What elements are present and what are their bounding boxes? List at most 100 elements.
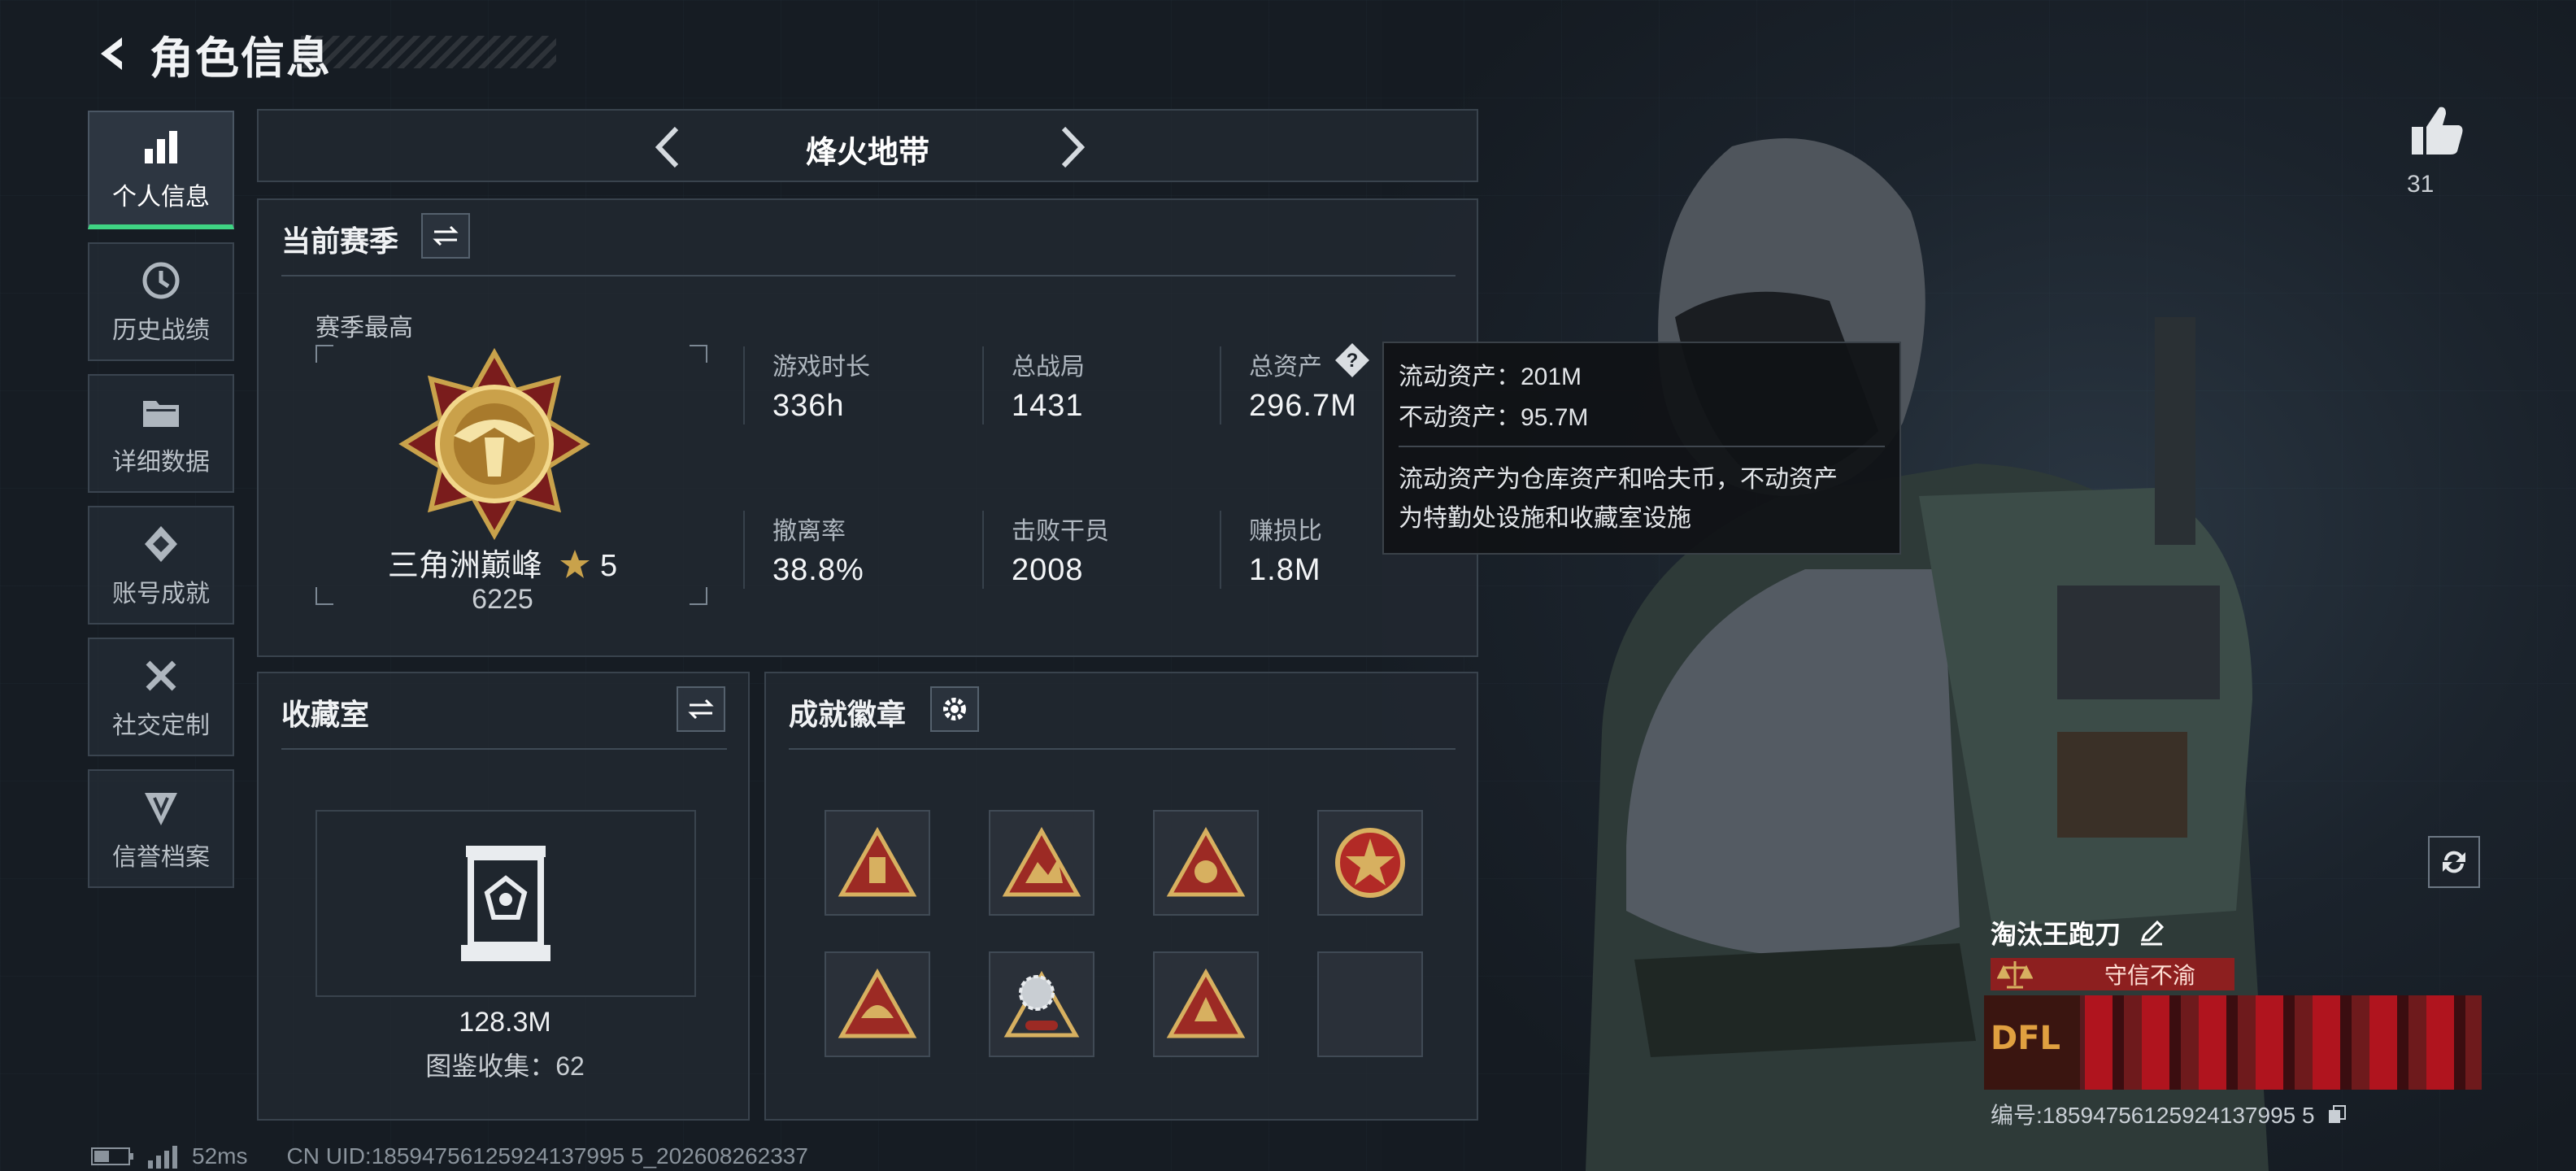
- achievement-diamond-icon: [145, 526, 177, 562]
- triangle-badge-icon: [838, 968, 917, 1038]
- shield-credit-icon: [145, 793, 177, 825]
- banner-art: [2085, 995, 2482, 1090]
- scale-icon: [1997, 961, 2033, 989]
- season-title: 当前赛季: [281, 224, 399, 258]
- swap-icon: [433, 225, 459, 246]
- round-star-badge-icon: [1335, 828, 1405, 898]
- page-title: 角色信息: [150, 33, 332, 83]
- history-clock-icon: [142, 262, 180, 299]
- sidebar-item-achievements[interactable]: 账号成就: [88, 506, 234, 625]
- rotate-view-button[interactable]: [2428, 836, 2480, 888]
- stat-value-kills: 2008: [1012, 553, 1084, 587]
- swap-icon: [688, 699, 714, 720]
- back-button[interactable]: [88, 29, 137, 78]
- frame-corner: [690, 345, 707, 363]
- stat-divider: [982, 346, 984, 424]
- next-mode-button[interactable]: [1042, 119, 1099, 176]
- nickname-text: 淘汰王跑刀: [1991, 920, 2121, 949]
- achievement-badge[interactable]: [1153, 951, 1259, 1057]
- uid-text: 编号:18594756125924137995 5: [1991, 1103, 2315, 1128]
- banner-logo: DFL: [1984, 995, 2080, 1090]
- sidebar-item-personal-info[interactable]: 个人信息: [88, 111, 234, 229]
- achievement-badge[interactable]: [825, 810, 930, 916]
- banner-logo-text: DFL: [1991, 1020, 2061, 1057]
- sidebar-item-label: 详细数据: [112, 449, 210, 476]
- display-case-icon: [461, 846, 550, 961]
- header: 角色信息: [88, 23, 332, 85]
- sidebar-item-label: 个人信息: [112, 184, 210, 211]
- gear-icon: [943, 698, 966, 720]
- stat-divider: [1220, 511, 1221, 589]
- stat-value-playtime: 336h: [772, 389, 845, 423]
- footer-uid-text: CN UID:18594756125924137995 5_2026082623…: [286, 1143, 808, 1169]
- sidebar-item-label: 历史战绩: [112, 317, 210, 344]
- triangle-badge-icon: [1002, 826, 1081, 897]
- rank-name: 三角洲巅峰: [387, 549, 542, 583]
- achievement-panel: 成就徽章: [764, 672, 1478, 1121]
- rank-emblem-icon: [398, 347, 590, 541]
- stat-label-extract-rate: 撤离率: [772, 518, 846, 545]
- stat-value-extract-rate: 38.8%: [772, 553, 864, 587]
- motto-bar: 守信不渝: [1991, 958, 2234, 990]
- help-button[interactable]: ?: [1334, 342, 1371, 379]
- thumbs-up-icon: [2412, 107, 2463, 155]
- stat-value-assets: 296.7M: [1249, 389, 1357, 423]
- mode-selector: 烽火地带: [257, 109, 1478, 182]
- sidebar: 个人信息 历史战绩 详细数据 账号成就 社交定制 信誉档案: [88, 111, 237, 901]
- gear-triangle-badge-icon: [1003, 970, 1080, 1038]
- rank-row: 三角洲巅峰 5: [307, 540, 698, 585]
- season-switch-button[interactable]: [421, 213, 470, 259]
- copy-icon[interactable]: [2326, 1104, 2348, 1126]
- stat-label-assets: 总资产: [1249, 354, 1322, 381]
- season-title-underline: [281, 275, 1456, 276]
- stat-label-matches: 总战局: [1012, 354, 1085, 381]
- stat-divider: [1220, 346, 1221, 424]
- stat-label-profit-ratio: 赚损比: [1249, 518, 1322, 545]
- motto-text: 守信不渝: [2104, 963, 2196, 988]
- achievement-settings-button[interactable]: [930, 686, 979, 732]
- stat-value-matches: 1431: [1012, 389, 1084, 423]
- triangle-badge-icon: [1166, 968, 1246, 1038]
- collection-switch-button[interactable]: [677, 686, 725, 732]
- stat-value-profit-ratio: 1.8M: [1249, 553, 1321, 587]
- stat-label-playtime: 游戏时长: [772, 354, 870, 381]
- season-best-label: 赛季最高: [315, 315, 413, 342]
- achievement-title-underline: [789, 748, 1456, 750]
- stat-divider: [743, 346, 745, 424]
- battery-icon: [91, 1147, 133, 1165]
- like-button[interactable]: [2407, 102, 2465, 159]
- sidebar-item-label: 账号成就: [112, 581, 210, 607]
- collection-title: 收藏室: [281, 698, 370, 731]
- stat-divider: [743, 511, 745, 589]
- sidebar-item-history[interactable]: 历史战绩: [88, 242, 234, 361]
- achievement-badge[interactable]: [825, 951, 930, 1057]
- collection-preview[interactable]: [315, 810, 696, 997]
- tooltip-description-line1: 流动资产为仓库资产和哈夫币，不动资产: [1399, 466, 1838, 493]
- refresh-icon: [2443, 851, 2465, 873]
- signal-icon: [148, 1146, 177, 1169]
- sidebar-item-credit[interactable]: 信誉档案: [88, 769, 234, 888]
- sidebar-item-detail-data[interactable]: 详细数据: [88, 374, 234, 493]
- achievement-badge[interactable]: [1317, 810, 1423, 916]
- edit-pencil-icon[interactable]: [2138, 919, 2165, 947]
- profile-banner[interactable]: DFL: [1984, 995, 2482, 1090]
- chevron-right-icon: [1061, 126, 1086, 168]
- frame-corner: [315, 345, 333, 363]
- season-panel: 当前赛季 赛季最高 三角洲巅峰 5 6225 游戏时长 336h 总战局 143…: [257, 198, 1478, 657]
- achievement-badge[interactable]: [989, 951, 1094, 1057]
- rank-points: 6225: [472, 584, 533, 615]
- collection-title-underline: [281, 748, 727, 750]
- folder-icon: [143, 401, 179, 427]
- star-icon: [560, 550, 590, 578]
- triangle-badge-icon: [1166, 826, 1246, 897]
- player-nickname: 淘汰王跑刀: [1991, 914, 2165, 951]
- collection-catalog: 图鉴收集：62: [425, 1051, 585, 1081]
- sidebar-item-social[interactable]: 社交定制: [88, 638, 234, 756]
- tooltip-fixed-assets: 不动资产：95.7M: [1399, 404, 1589, 431]
- achievement-badge-empty[interactable]: [1317, 951, 1423, 1057]
- wrench-tools-icon: [146, 660, 176, 691]
- achievement-badge[interactable]: [989, 810, 1094, 916]
- achievement-badge[interactable]: [1153, 810, 1259, 916]
- sidebar-item-label: 社交定制: [112, 712, 210, 739]
- stat-label-kills: 击败干员: [1012, 518, 1109, 545]
